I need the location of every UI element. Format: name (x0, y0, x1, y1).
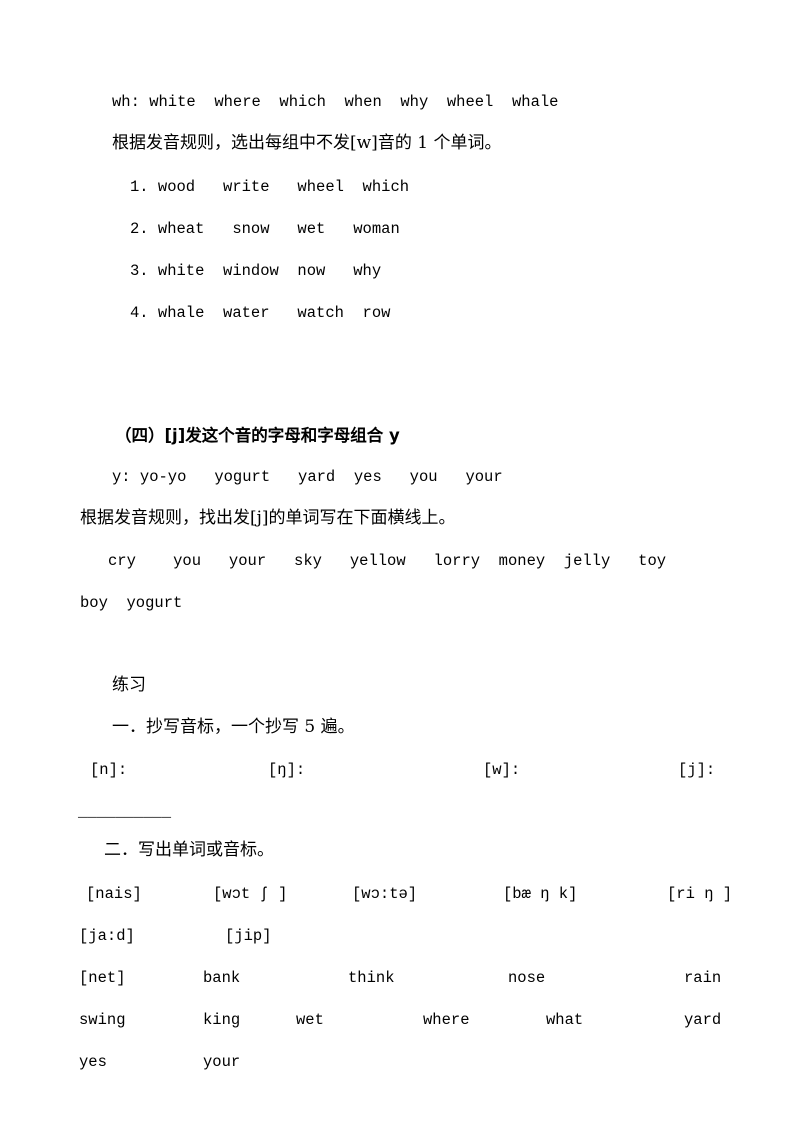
ex2-word-your: your (203, 1053, 241, 1071)
ex2-phonetic-watch: [wɔt ʃ ] (213, 885, 288, 903)
ex1-symbol-n: [n]: (90, 761, 128, 779)
ex2-word-rain: rain (684, 969, 722, 987)
ex2-phonetic-ring: [ri ŋ ] (667, 885, 733, 903)
worksheet-page: wh: white where which when why wheel wha… (0, 0, 794, 1123)
j-instruction: 根据发音规则，找出发[j]的单词写在下面横线上。 (80, 508, 456, 528)
wh-example-line: wh: white where which when why wheel wha… (112, 93, 559, 111)
ex2-word-bank: bank (203, 969, 241, 987)
ex2-phonetic-water: [wɔ:tə] (352, 885, 418, 903)
wh-item-2: 2. wheat snow wet woman (130, 220, 400, 238)
ex1-symbol-w: [w]: (483, 761, 521, 779)
ex1-symbol-j: [j]: (678, 761, 716, 779)
ex2-word-where: where (423, 1011, 470, 1029)
wh-instruction: 根据发音规则，选出每组中不发[w]音的 1 个单词。 (112, 133, 502, 153)
ex2-word-yard: yard (684, 1011, 722, 1029)
j-example-line: y: yo-yo yogurt yard yes you your (112, 468, 503, 486)
ex2-word-think: think (348, 969, 395, 987)
ex2-word-swing: swing (79, 1011, 126, 1029)
wh-item-4: 4. whale water watch row (130, 304, 391, 322)
ex2-word-nose: nose (508, 969, 546, 987)
ex2-word-yes: yes (79, 1053, 107, 1071)
ex2-phonetic-yip: [jip] (225, 927, 272, 945)
wh-item-1: 1. wood write wheel which (130, 178, 410, 196)
ex2-word-king: king (203, 1011, 241, 1029)
ex2-phonetic-nais: [nais] (86, 885, 142, 903)
exercise-2-title: 二．写出单词或音标。 (104, 840, 274, 860)
wh-item-3: 3. white window now why (130, 262, 382, 280)
ex1-symbol-ng: [ŋ]: (268, 761, 306, 779)
j-word-bank-line-2: boy yogurt (80, 594, 183, 612)
ex2-phonetic-bank: [bæ ŋ k] (503, 885, 578, 903)
exercise-1-title: 一．抄写音标，一个抄写 5 遍。 (112, 717, 355, 737)
ex2-phonetic-yard: [ja:d] (79, 927, 135, 945)
j-word-bank-line-1: cry you your sky yellow lorry money jell… (108, 552, 667, 570)
exercises-heading: 练习 (112, 675, 146, 695)
j-section-heading: （四）[j]发这个音的字母和字母组合 y (115, 426, 400, 445)
ex2-word-wet: wet (296, 1011, 324, 1029)
ex2-word-net: [net] (79, 969, 126, 987)
ex1-answer-blank: __________ (78, 803, 172, 821)
ex2-word-what: what (546, 1011, 584, 1029)
